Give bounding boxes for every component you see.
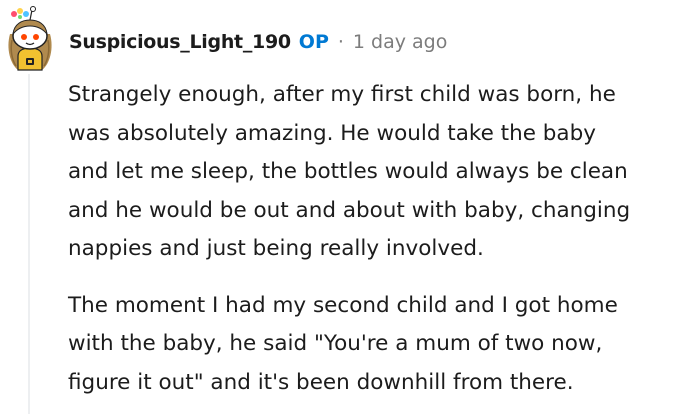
text-line: figure it out" and it's been downhill fr… xyxy=(68,369,574,395)
comment-timestamp[interactable]: 1 day ago xyxy=(353,31,447,53)
op-badge: OP xyxy=(298,31,329,53)
comment: Suspicious_Light_190 OP · 1 day ago Stra… xyxy=(0,0,700,414)
author-username[interactable]: Suspicious_Light_190 xyxy=(69,31,291,53)
meta-separator: · xyxy=(337,31,344,53)
text-line: Strangely enough, after my first child w… xyxy=(68,82,616,107)
text-line: and he would be out and about with baby,… xyxy=(68,197,631,223)
comment-paragraph: Strangely enough, after my first child w… xyxy=(68,76,698,269)
snoo-avatar-icon[interactable] xyxy=(4,4,56,72)
text-line: The moment I had my second child and I g… xyxy=(68,292,618,318)
text-line: nappies and just being really involved. xyxy=(68,236,484,261)
text-line: with the baby, he said "You're a mum of … xyxy=(68,331,603,356)
text-line: was absolutely amazing. He would take th… xyxy=(68,120,596,146)
thread-line[interactable] xyxy=(28,74,30,414)
comment-body: Strangely enough, after my first child w… xyxy=(68,76,698,402)
comment-paragraph: The moment I had my second child and I g… xyxy=(68,287,698,403)
text-line: and let me sleep, the bottles would alwa… xyxy=(68,159,628,184)
comment-meta: Suspicious_Light_190 OP · 1 day ago xyxy=(69,28,447,56)
